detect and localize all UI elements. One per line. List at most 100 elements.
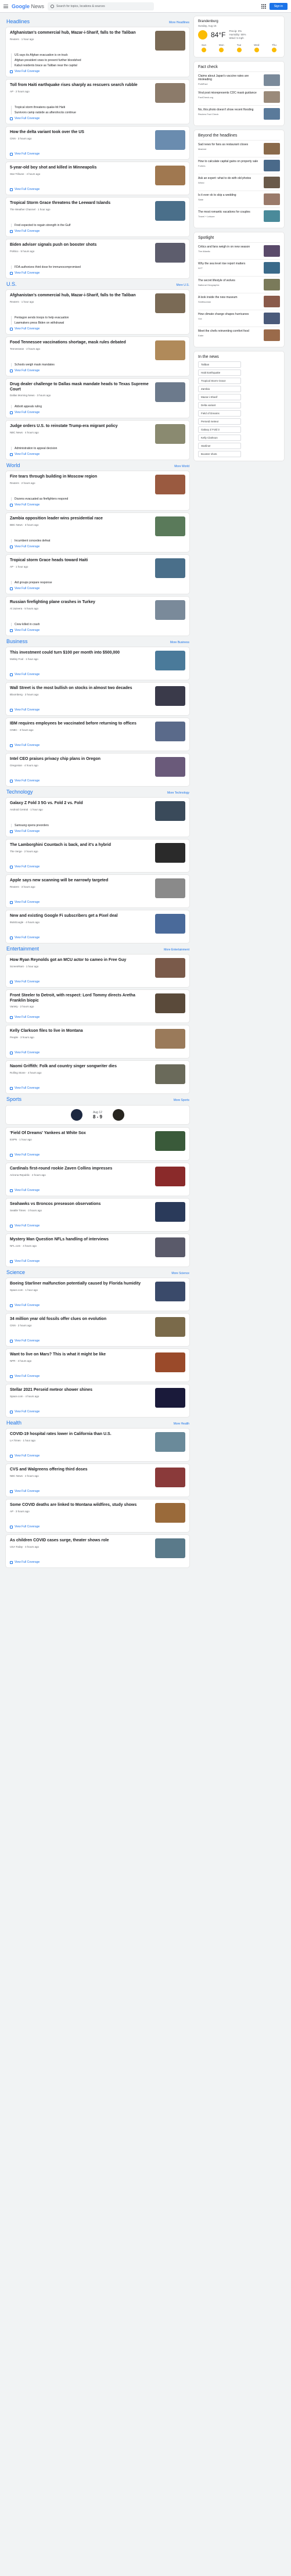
news-card[interactable]: How Ryan Reynolds got an MCU actor to ca… bbox=[6, 955, 189, 987]
panel-item-thumbnail[interactable] bbox=[264, 74, 280, 86]
news-card[interactable]: Stellar 2021 Perseid meteor shower shine… bbox=[6, 1384, 189, 1417]
news-card[interactable]: Afghanistan's commercial hub, Mazar-i-Sh… bbox=[6, 290, 189, 334]
sign-in-button[interactable]: Sign in bbox=[269, 2, 288, 10]
full-coverage-link[interactable]: View Full Coverage bbox=[10, 830, 185, 833]
panel-item[interactable]: The secret lifestyle of wolves National G… bbox=[198, 276, 280, 293]
search-input[interactable]: Search for topics, locations & sources bbox=[48, 2, 154, 10]
apps-icon[interactable] bbox=[261, 3, 266, 9]
full-coverage-link[interactable]: View Full Coverage bbox=[10, 1086, 185, 1090]
thumbnail[interactable] bbox=[155, 516, 185, 536]
panel-item[interactable]: Claims about Japan's vaccine rates are m… bbox=[198, 71, 280, 88]
news-card[interactable]: Zambia opposition leader wins presidenti… bbox=[6, 513, 189, 552]
panel-item-headline[interactable]: Ask an expert: what to do with old photo… bbox=[198, 177, 261, 180]
full-coverage-link[interactable]: View Full Coverage bbox=[10, 1525, 185, 1529]
full-coverage-link[interactable]: View Full Coverage bbox=[10, 900, 185, 904]
panel-item[interactable]: Viral post misrepresents CDC mask guidan… bbox=[198, 88, 280, 105]
panel-item[interactable]: Critics and fans weigh in on new season T… bbox=[198, 242, 280, 259]
full-coverage-link[interactable]: View Full Coverage bbox=[10, 369, 185, 372]
full-coverage-link[interactable]: View Full Coverage bbox=[10, 1339, 185, 1343]
related-story[interactable]: Incumbent concedes defeat bbox=[15, 539, 185, 543]
related-story[interactable]: Abbott appeals ruling bbox=[15, 405, 185, 408]
thumbnail[interactable] bbox=[155, 1167, 185, 1186]
headline[interactable]: Seahawks vs Broncos preseason observatio… bbox=[10, 1202, 152, 1207]
section-title[interactable]: Health bbox=[6, 1420, 21, 1426]
panel-item-thumbnail[interactable] bbox=[264, 210, 280, 222]
full-coverage-link[interactable]: View Full Coverage bbox=[10, 1490, 185, 1493]
full-coverage-link[interactable]: View Full Coverage bbox=[10, 453, 185, 456]
full-coverage-link[interactable]: View Full Coverage bbox=[10, 1224, 185, 1228]
headline[interactable]: Boeing Starliner malfunction potentially… bbox=[10, 1282, 152, 1287]
related-story[interactable]: Crew killed in crash bbox=[15, 623, 185, 626]
panel-item-thumbnail[interactable] bbox=[264, 313, 280, 324]
panel-item-thumbnail[interactable] bbox=[264, 245, 280, 257]
thumbnail[interactable] bbox=[155, 1202, 185, 1222]
panel-item-thumbnail[interactable] bbox=[264, 91, 280, 103]
menu-icon[interactable] bbox=[3, 4, 8, 8]
topic-chip[interactable]: Booster shots bbox=[198, 451, 241, 457]
headline[interactable]: Wall Street is the most bullish on stock… bbox=[10, 686, 152, 691]
thumbnail[interactable] bbox=[155, 1503, 185, 1523]
headline[interactable]: Food Tennessee vaccinations shortage, ma… bbox=[10, 340, 152, 346]
news-card[interactable]: Apple says new scanning will be narrowly… bbox=[6, 875, 189, 907]
headline[interactable]: Apple says new scanning will be narrowly… bbox=[10, 878, 152, 884]
panel-item[interactable]: Is it ever ok to skip a wedding Slate bbox=[198, 191, 280, 207]
headline[interactable]: Judge orders U.S. to reinstate Trump-era… bbox=[10, 424, 152, 429]
thumbnail[interactable] bbox=[155, 130, 185, 150]
full-coverage-link[interactable]: View Full Coverage bbox=[10, 1189, 185, 1192]
headline[interactable]: Galaxy Z Fold 3 5G vs. Fold 2 vs. Fold bbox=[10, 801, 152, 806]
thumbnail[interactable] bbox=[155, 878, 185, 898]
topic-chip[interactable]: Starliner bbox=[198, 443, 241, 449]
headline[interactable]: Naomi Griffith: Folk and country singer … bbox=[10, 1064, 152, 1070]
panel-item-headline[interactable]: Claims about Japan's vaccine rates are m… bbox=[198, 74, 261, 81]
panel-item-headline[interactable]: Why the sea level rise report matters bbox=[198, 262, 261, 266]
weather-card[interactable]: Brandenburg Sunday, Aug 15 84°F Precip: … bbox=[194, 16, 284, 57]
news-card[interactable]: Front Steeler to Detroit, with respect: … bbox=[6, 990, 189, 1022]
news-card[interactable]: Biden adviser signals push on booster sh… bbox=[6, 239, 189, 278]
more-link[interactable]: More Business bbox=[170, 641, 189, 644]
related-story[interactable]: US says its Afghan evacuation is on trac… bbox=[15, 53, 185, 57]
news-card[interactable]: Kelly Clarkson files to live in Montana P… bbox=[6, 1025, 189, 1058]
headline[interactable]: Intel CEO praises privacy chip plans in … bbox=[10, 757, 152, 762]
full-coverage-link[interactable]: View Full Coverage bbox=[10, 1153, 185, 1157]
headline[interactable]: Tropical storm Grace heads toward Haiti bbox=[10, 558, 152, 564]
full-coverage-link[interactable]: View Full Coverage bbox=[10, 1260, 185, 1263]
topic-chip[interactable]: Galaxy Z Fold 3 bbox=[198, 426, 241, 433]
headline[interactable]: Kelly Clarkson files to live in Montana bbox=[10, 1029, 152, 1034]
news-card[interactable]: How the delta variant took over the US CN… bbox=[6, 127, 189, 159]
panel-item-thumbnail[interactable] bbox=[264, 108, 280, 120]
panel-item-headline[interactable]: Sad news for fans as restaurant closes bbox=[198, 143, 261, 146]
news-card[interactable]: The Lamborghini Countach is back, and it… bbox=[6, 839, 189, 872]
thumbnail[interactable] bbox=[155, 1064, 185, 1084]
headline[interactable]: The Lamborghini Countach is back, and it… bbox=[10, 843, 152, 848]
topic-chip[interactable]: Mazar-i-Sharif bbox=[198, 394, 241, 400]
section-title[interactable]: Science bbox=[6, 1269, 25, 1275]
thumbnail[interactable] bbox=[155, 914, 185, 934]
full-coverage-link[interactable]: View Full Coverage bbox=[10, 188, 185, 191]
panel-item[interactable]: A look inside the new museum Smithsonian bbox=[198, 293, 280, 310]
panel-item-thumbnail[interactable] bbox=[264, 193, 280, 205]
headline[interactable]: Biden adviser signals push on booster sh… bbox=[10, 243, 152, 248]
more-link[interactable]: More Science bbox=[171, 1272, 189, 1275]
full-coverage-link[interactable]: View Full Coverage bbox=[10, 629, 185, 632]
panel-item-headline[interactable]: The secret lifestyle of wolves bbox=[198, 279, 261, 282]
more-link[interactable]: More U.S. bbox=[176, 284, 189, 287]
news-card[interactable]: 34 million year old fossils offer clues … bbox=[6, 1314, 189, 1346]
headline[interactable]: Russian firefighting plane crashes in Tu… bbox=[10, 600, 152, 605]
headline[interactable]: Front Steeler to Detroit, with respect: … bbox=[10, 993, 152, 1003]
news-card[interactable]: Some COVID deaths are linked to Montana … bbox=[6, 1499, 189, 1532]
full-coverage-link[interactable]: View Full Coverage bbox=[10, 271, 185, 275]
full-coverage-link[interactable]: View Full Coverage bbox=[10, 411, 185, 414]
full-coverage-link[interactable]: View Full Coverage bbox=[10, 1051, 185, 1054]
thumbnail[interactable] bbox=[155, 83, 185, 103]
thumbnail[interactable] bbox=[155, 651, 185, 670]
thumbnail[interactable] bbox=[155, 382, 185, 402]
thumbnail[interactable] bbox=[155, 1432, 185, 1452]
news-card[interactable]: Naomi Griffith: Folk and country singer … bbox=[6, 1061, 189, 1093]
more-link[interactable]: More Technology bbox=[167, 791, 189, 795]
panel-item-thumbnail[interactable] bbox=[264, 160, 280, 171]
news-card[interactable]: 5-year-old boy shot and killed in Minnea… bbox=[6, 162, 189, 195]
panel-item-thumbnail[interactable] bbox=[264, 279, 280, 290]
thumbnail[interactable] bbox=[155, 424, 185, 444]
news-card[interactable]: Tropical Storm Grace threatens the Leewa… bbox=[6, 198, 189, 236]
panel-item-headline[interactable]: A look inside the new museum bbox=[198, 296, 261, 299]
